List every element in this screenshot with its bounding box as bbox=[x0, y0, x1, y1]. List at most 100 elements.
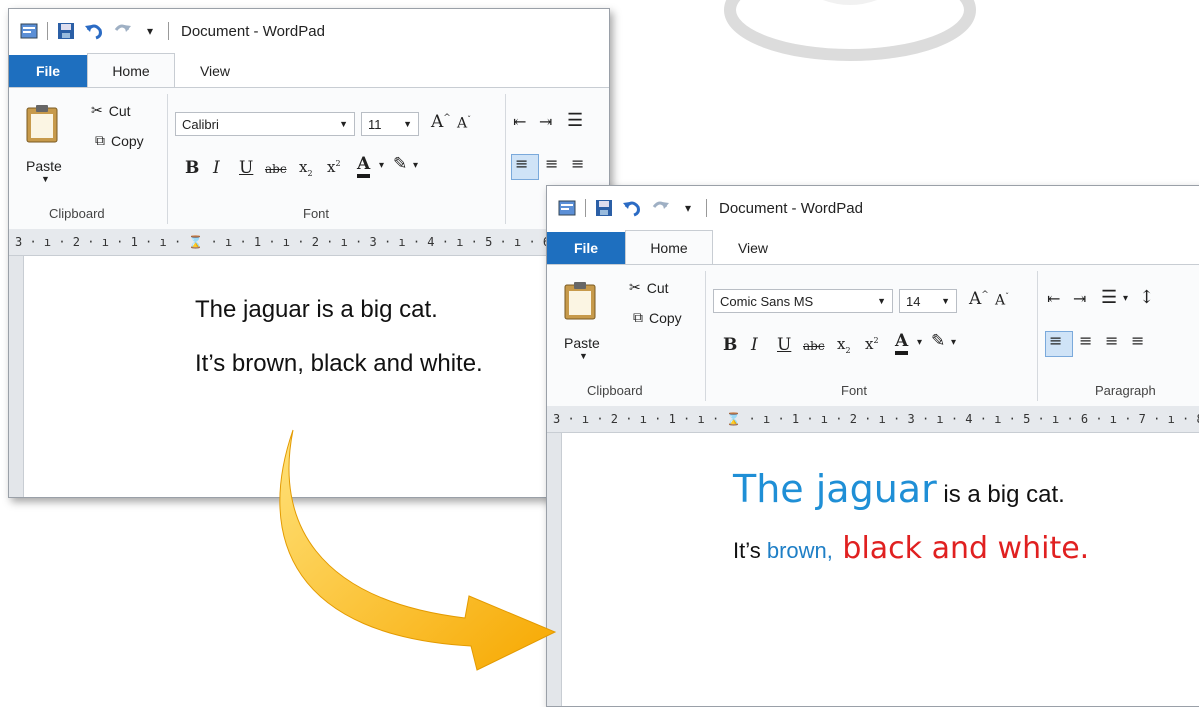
wordpad-app-icon[interactable] bbox=[557, 198, 577, 218]
customize-toolbar-dropdown-icon[interactable]: ▾ bbox=[678, 198, 698, 218]
wordpad-window-front: ▾ Document - WordPad File Home View Past… bbox=[546, 185, 1199, 707]
align-center-icon[interactable]: ≡ bbox=[1079, 331, 1092, 350]
quick-access-toolbar: ▾ Document - WordPad bbox=[547, 186, 1199, 230]
document-area[interactable]: The jaguar is a big cat. It’s brown, bla… bbox=[547, 433, 1199, 706]
italic-icon[interactable]: I bbox=[751, 335, 758, 355]
bullets-icon[interactable]: ☰ bbox=[1101, 287, 1117, 308]
cut-button[interactable]: ✂ Cut bbox=[629, 279, 669, 296]
tab-file[interactable]: File bbox=[547, 232, 625, 264]
save-icon[interactable] bbox=[594, 198, 614, 218]
tab-home[interactable]: Home bbox=[87, 53, 175, 87]
tab-home[interactable]: Home bbox=[625, 230, 713, 264]
document-line-1[interactable]: The jaguar is a big cat. bbox=[195, 296, 438, 324]
font-family-select[interactable]: Comic Sans MS ▼ bbox=[713, 289, 893, 313]
chevron-down-icon[interactable]: ▾ bbox=[951, 337, 956, 348]
strikethrough-icon[interactable]: abc bbox=[803, 339, 825, 353]
text-color-icon[interactable]: A bbox=[357, 154, 371, 178]
save-icon[interactable] bbox=[56, 21, 76, 41]
undo-icon[interactable] bbox=[84, 21, 104, 41]
grow-font-icon[interactable]: A^ bbox=[969, 289, 989, 309]
bold-icon[interactable]: B bbox=[185, 158, 199, 178]
superscript-icon[interactable]: x2 bbox=[865, 335, 879, 353]
font-size-select[interactable]: 14 ▼ bbox=[899, 289, 957, 313]
paste-icon[interactable] bbox=[25, 104, 59, 144]
align-center-icon[interactable]: ≡ bbox=[545, 154, 558, 173]
toolbar-divider bbox=[706, 199, 707, 217]
paste-icon[interactable] bbox=[563, 281, 597, 321]
text-run-jaguar: The jaguar bbox=[733, 467, 937, 511]
tab-view[interactable]: View bbox=[175, 55, 255, 87]
bold-icon[interactable]: B bbox=[723, 335, 737, 355]
bullets-icon[interactable]: ☰ bbox=[567, 110, 583, 131]
undo-icon[interactable] bbox=[622, 198, 642, 218]
align-right-icon[interactable]: ≡ bbox=[571, 154, 584, 173]
redo-icon[interactable] bbox=[650, 198, 670, 218]
chevron-down-icon[interactable]: ▾ bbox=[917, 337, 922, 348]
font-family-value: Comic Sans MS bbox=[720, 293, 814, 309]
font-family-select[interactable]: Calibri ▼ bbox=[175, 112, 355, 136]
document-line-2[interactable]: It’s brown, black and white. bbox=[195, 350, 483, 378]
font-size-value: 11 bbox=[368, 116, 382, 132]
chevron-down-icon[interactable]: ▾ bbox=[379, 160, 384, 171]
cut-label: Cut bbox=[646, 279, 669, 296]
decrease-indent-icon[interactable]: ⇤ bbox=[513, 112, 526, 131]
wordpad-app-icon[interactable] bbox=[19, 21, 39, 41]
strikethrough-icon[interactable]: abc bbox=[265, 162, 287, 176]
align-right-icon[interactable]: ≡ bbox=[1105, 331, 1118, 350]
ruler[interactable]: 3 · ı · 2 · ı · 1 · ı · ⌛ · ı · 1 · ı · … bbox=[547, 406, 1199, 433]
document-line-1[interactable]: The jaguar is a big cat. bbox=[733, 467, 1065, 511]
chevron-down-icon: ▼ bbox=[339, 119, 348, 129]
grow-font-icon[interactable]: A^ bbox=[431, 112, 451, 132]
subscript-icon[interactable]: x2 bbox=[299, 158, 313, 178]
italic-icon[interactable]: I bbox=[213, 158, 220, 178]
customize-toolbar-dropdown-icon[interactable]: ▾ bbox=[140, 21, 160, 41]
text-run-big-cat: is a big cat. bbox=[936, 481, 1065, 508]
cut-label: Cut bbox=[108, 102, 131, 119]
window-title: Document - WordPad bbox=[181, 22, 325, 40]
redo-icon[interactable] bbox=[112, 21, 132, 41]
increase-indent-icon[interactable]: ⇥ bbox=[1073, 289, 1086, 308]
tab-file[interactable]: File bbox=[9, 55, 87, 87]
paste-button[interactable]: Paste bbox=[564, 335, 600, 351]
chevron-down-icon[interactable]: ▾ bbox=[1123, 293, 1128, 304]
text-run-its: It’s bbox=[733, 538, 767, 563]
text-color-icon[interactable]: A bbox=[895, 331, 909, 355]
group-label-clipboard: Clipboard bbox=[49, 206, 105, 221]
highlight-color-icon[interactable]: ✎ bbox=[931, 331, 945, 351]
copy-button[interactable]: ⧉ Copy bbox=[95, 132, 144, 149]
shrink-font-icon[interactable]: Aˇ bbox=[457, 115, 471, 132]
underline-icon[interactable]: U bbox=[777, 335, 791, 355]
copy-button[interactable]: ⧉ Copy bbox=[633, 309, 682, 326]
left-margin-bar bbox=[9, 256, 24, 497]
paste-button[interactable]: Paste bbox=[26, 158, 62, 174]
underline-icon[interactable]: U bbox=[239, 158, 253, 178]
paste-dropdown-icon[interactable]: ▼ bbox=[579, 351, 588, 361]
window-title: Document - WordPad bbox=[719, 199, 863, 217]
group-label-clipboard: Clipboard bbox=[587, 383, 643, 398]
decrease-indent-icon[interactable]: ⇤ bbox=[1047, 289, 1060, 308]
tab-view[interactable]: View bbox=[713, 232, 793, 264]
subscript-icon[interactable]: x2 bbox=[837, 335, 851, 355]
shrink-font-icon[interactable]: Aˇ bbox=[995, 292, 1009, 309]
font-size-value: 14 bbox=[906, 293, 921, 309]
chevron-down-icon[interactable]: ▾ bbox=[413, 160, 418, 171]
justify-icon[interactable]: ≡ bbox=[1131, 331, 1144, 350]
align-left-glyph: ≡ bbox=[515, 154, 529, 173]
paste-dropdown-icon[interactable]: ▼ bbox=[41, 174, 50, 184]
superscript-icon[interactable]: x2 bbox=[327, 158, 341, 176]
chevron-down-icon: ▼ bbox=[941, 296, 950, 306]
scissors-icon: ✂ bbox=[91, 102, 103, 118]
group-divider bbox=[505, 94, 506, 224]
highlight-color-icon[interactable]: ✎ bbox=[393, 154, 407, 174]
cut-button[interactable]: ✂ Cut bbox=[91, 102, 131, 119]
font-size-select[interactable]: 11 ▼ bbox=[361, 112, 419, 136]
ruler[interactable]: 3 · ı · 2 · ı · 1 · ı · ⌛ · ı · 1 · ı · … bbox=[9, 229, 609, 256]
increase-indent-icon[interactable]: ⇥ bbox=[539, 112, 552, 131]
decorative-cup-graphic bbox=[724, 0, 976, 61]
chevron-down-icon: ▼ bbox=[403, 119, 412, 129]
group-label-font: Font bbox=[841, 383, 868, 398]
document-line-2[interactable]: It’s brown, black and white. bbox=[733, 531, 1089, 566]
group-divider bbox=[167, 94, 168, 224]
line-spacing-icon[interactable]: ↕ bbox=[1139, 287, 1154, 308]
ribbon-tabs: File Home View bbox=[547, 230, 1199, 264]
